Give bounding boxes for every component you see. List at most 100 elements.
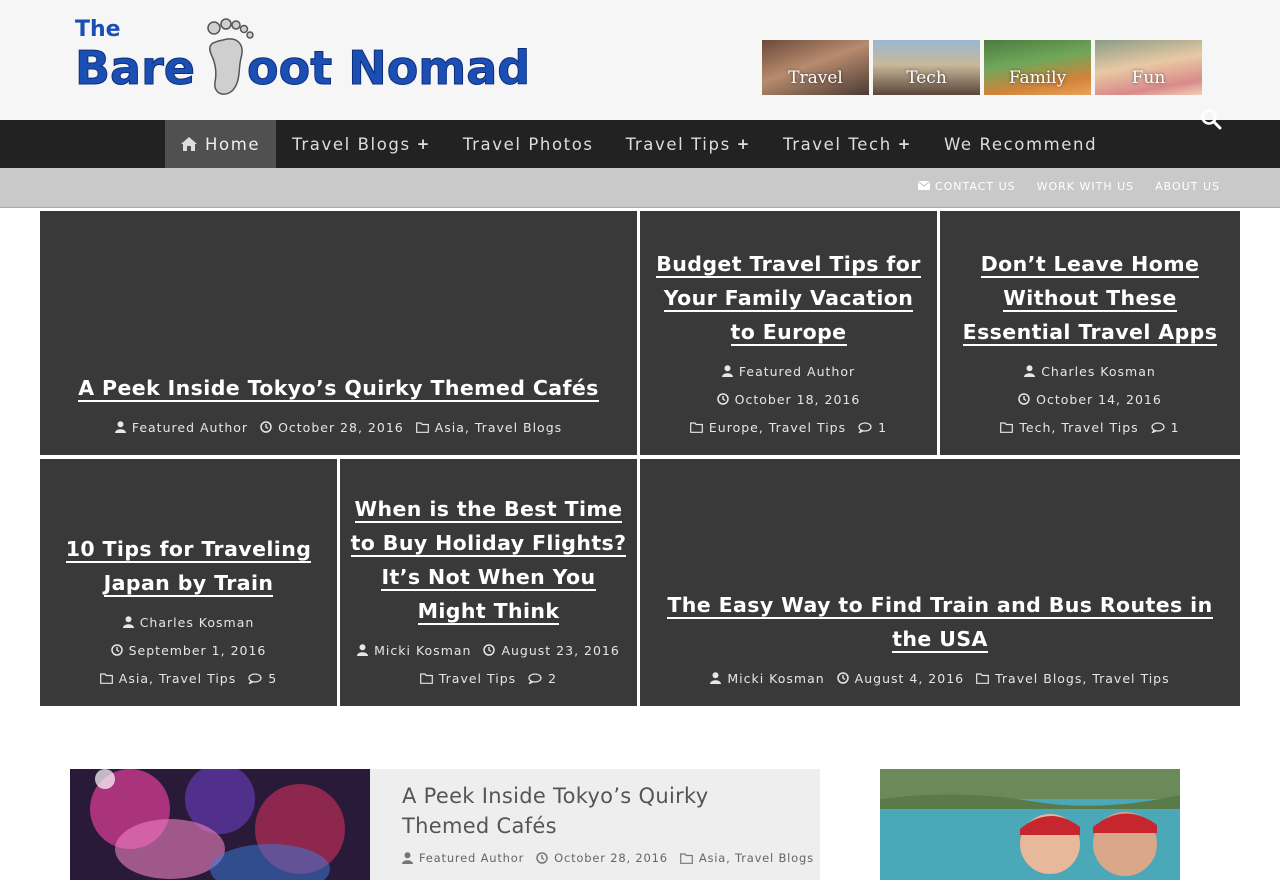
post-thumbnail-image xyxy=(70,769,370,880)
folder-icon xyxy=(1000,421,1014,433)
tile-date: October 14, 2016 xyxy=(1018,392,1162,407)
tile-comments[interactable]: 2 xyxy=(528,671,557,686)
envelope-icon xyxy=(917,180,931,193)
clock-icon xyxy=(110,644,123,656)
comment-icon xyxy=(1151,421,1165,433)
contact-us-label: CONTACT US xyxy=(934,180,1016,193)
nav-label: Travel Tech xyxy=(782,134,892,154)
tile-categories[interactable]: Europe, Travel Tips xyxy=(690,420,846,435)
nav-item-home[interactable]: Home xyxy=(165,120,277,168)
banner-family[interactable]: Family xyxy=(984,40,1091,95)
folder-icon xyxy=(99,672,113,684)
post-title[interactable]: A Peek Inside Tokyo’s Quirky Themed Café… xyxy=(402,781,788,841)
tile-author[interactable]: Charles Kosman xyxy=(122,615,255,630)
plus-icon: + xyxy=(416,135,431,153)
featured-tile[interactable]: The Easy Way to Find Train and Bus Route… xyxy=(640,459,1240,706)
tile-author[interactable]: Micki Kosman xyxy=(710,671,824,686)
clock-icon xyxy=(483,644,496,656)
nav-item-we-recommend[interactable]: We Recommend xyxy=(928,120,1113,168)
comment-icon xyxy=(248,672,262,684)
featured-tile[interactable]: Budget Travel Tips for Your Family Vacat… xyxy=(640,211,937,455)
tile-categories[interactable]: Tech, Travel Tips xyxy=(1000,420,1138,435)
user-icon xyxy=(122,616,134,628)
home-icon xyxy=(181,137,197,151)
tile-comments[interactable]: 1 xyxy=(1151,420,1180,435)
site-header: The Bare oot Nomad Travel Tech Family Fu… xyxy=(0,0,1280,120)
tile-categories[interactable]: Asia, Travel Blogs xyxy=(415,420,562,435)
tile-date: October 28, 2016 xyxy=(260,420,404,435)
user-icon xyxy=(402,852,413,864)
nav-label: Travel Photos xyxy=(462,134,594,154)
featured-tile[interactable]: A Peek Inside Tokyo’s Quirky Themed Café… xyxy=(40,211,637,455)
tile-title[interactable]: Don’t Leave Home Without These Essential… xyxy=(950,247,1230,349)
site-logo[interactable]: The Bare oot Nomad xyxy=(75,14,550,98)
user-icon xyxy=(114,421,126,433)
user-icon xyxy=(721,365,733,377)
about-us-link[interactable]: ABOUT US xyxy=(1155,180,1220,193)
logo-image: The Bare oot Nomad xyxy=(75,17,531,96)
nav-item-travel-tips[interactable]: Travel Tips + xyxy=(610,120,767,168)
search-icon[interactable] xyxy=(1200,108,1222,130)
secondary-navigation: CONTACT US WORK WITH US ABOUT US xyxy=(0,168,1280,208)
tile-author[interactable]: Featured Author xyxy=(114,420,248,435)
work-with-us-link[interactable]: WORK WITH US xyxy=(1037,180,1135,193)
tile-author[interactable]: Micki Kosman xyxy=(357,643,471,658)
user-icon xyxy=(357,644,369,656)
banner-tech[interactable]: Tech xyxy=(873,40,980,95)
tile-date: September 1, 2016 xyxy=(110,643,267,658)
nav-label: Home xyxy=(205,134,261,154)
tile-categories[interactable]: Asia, Travel Tips xyxy=(99,671,236,686)
about-us-label: ABOUT US xyxy=(1155,180,1220,193)
folder-icon xyxy=(415,421,429,433)
tile-author[interactable]: Charles Kosman xyxy=(1024,364,1156,379)
nav-label: We Recommend xyxy=(943,134,1098,154)
user-icon xyxy=(710,672,722,684)
featured-tile[interactable]: 10 Tips for Traveling Japan by Train Cha… xyxy=(40,459,337,706)
post-author[interactable]: Featured Author xyxy=(402,851,524,865)
clock-icon xyxy=(260,421,272,433)
svg-text:The: The xyxy=(75,17,121,42)
comment-icon xyxy=(858,421,872,433)
user-icon xyxy=(1024,365,1036,377)
clock-icon xyxy=(1018,393,1030,405)
tile-categories[interactable]: Travel Blogs, Travel Tips xyxy=(976,671,1170,686)
banner-label: Travel xyxy=(788,68,843,88)
folder-icon xyxy=(679,852,693,864)
tile-title[interactable]: 10 Tips for Traveling Japan by Train xyxy=(50,532,327,600)
tile-date: October 18, 2016 xyxy=(716,392,861,407)
banner-label: Family xyxy=(1008,68,1067,88)
contact-us-link[interactable]: CONTACT US xyxy=(917,180,1016,193)
banner-label: Tech xyxy=(906,68,947,88)
tile-title[interactable]: The Easy Way to Find Train and Bus Route… xyxy=(650,588,1230,656)
tile-title[interactable]: When is the Best Time to Buy Holiday Fli… xyxy=(350,492,627,628)
tile-comments[interactable]: 1 xyxy=(858,420,887,435)
nav-label: Travel Blogs xyxy=(292,134,411,154)
featured-tile[interactable]: Don’t Leave Home Without These Essential… xyxy=(940,211,1240,455)
tile-title[interactable]: Budget Travel Tips for Your Family Vacat… xyxy=(650,247,927,349)
featured-tile[interactable]: When is the Best Time to Buy Holiday Fli… xyxy=(340,459,637,706)
clock-icon xyxy=(836,672,849,684)
folder-icon xyxy=(690,421,703,433)
folder-icon xyxy=(419,672,433,684)
plus-icon: + xyxy=(897,135,912,153)
plus-icon: + xyxy=(736,135,751,153)
clock-icon xyxy=(536,852,548,864)
main-navigation: Home Travel Blogs + Travel Photos Travel … xyxy=(0,120,1280,168)
banner-fun[interactable]: Fun xyxy=(1095,40,1202,95)
tile-title[interactable]: A Peek Inside Tokyo’s Quirky Themed Café… xyxy=(78,371,599,405)
svg-text:oot Nomad: oot Nomad xyxy=(247,41,530,95)
banner-travel[interactable]: Travel xyxy=(762,40,869,95)
tile-comments[interactable]: 5 xyxy=(248,671,277,686)
post-categories[interactable]: Asia, Travel Blogs xyxy=(679,851,814,865)
svg-text:Bare: Bare xyxy=(75,41,195,95)
sidebar-photo xyxy=(880,769,1180,880)
sidebar-photo-image xyxy=(880,769,1180,880)
nav-item-travel-blogs[interactable]: Travel Blogs + xyxy=(276,120,447,168)
tile-author[interactable]: Featured Author xyxy=(721,364,855,379)
nav-label: Travel Tips xyxy=(625,134,731,154)
nav-item-travel-photos[interactable]: Travel Photos xyxy=(447,120,610,168)
tile-categories[interactable]: Travel Tips xyxy=(419,671,516,686)
post-thumbnail[interactable] xyxy=(70,769,370,880)
nav-item-travel-tech[interactable]: Travel Tech + xyxy=(767,120,928,168)
tile-date: August 4, 2016 xyxy=(836,671,964,686)
